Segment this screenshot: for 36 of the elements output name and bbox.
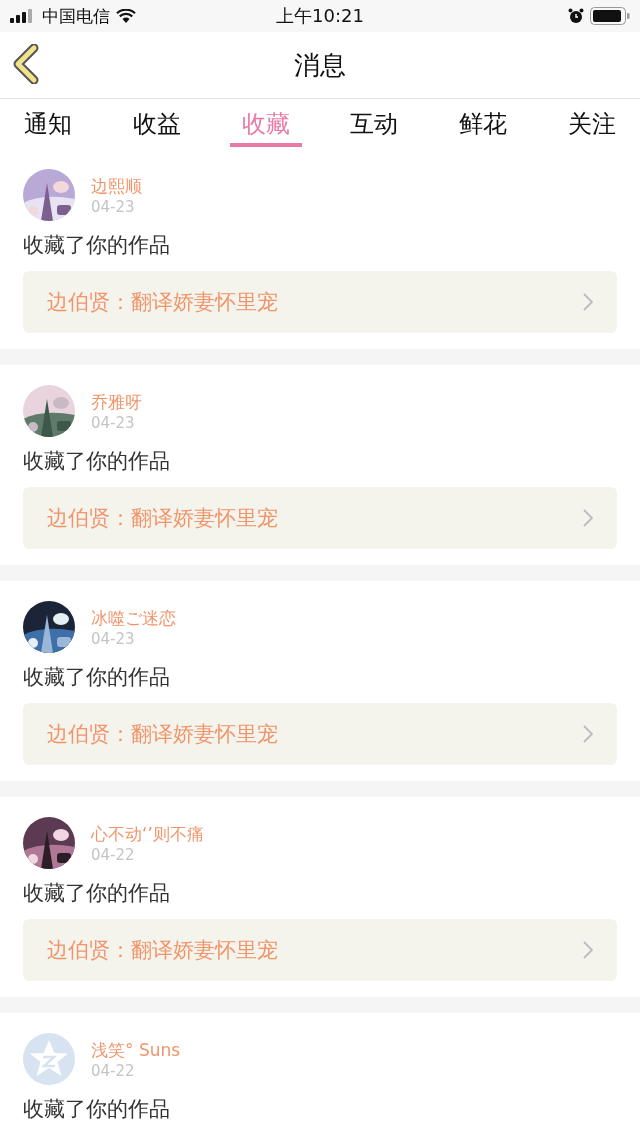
- work-link[interactable]: 边伯贤：翻译娇妻怀里宠: [23, 271, 617, 333]
- message-date: 04-22: [91, 845, 136, 864]
- page-title: 消息: [294, 48, 346, 82]
- alarm-icon: [568, 8, 584, 24]
- back-button[interactable]: [12, 44, 40, 84]
- default-avatar-icon: [23, 1033, 75, 1085]
- message-text: 收藏了你的作品: [23, 448, 171, 475]
- user-name[interactable]: 乔雅呀: [91, 390, 142, 414]
- tab[interactable]: 收益: [120, 99, 193, 147]
- user-name[interactable]: 浅笑° Suns: [91, 1038, 181, 1062]
- tab[interactable]: 关注: [556, 99, 628, 147]
- message-date: 04-23: [91, 197, 136, 216]
- user-name[interactable]: 心不动‘’则不痛: [91, 822, 204, 846]
- chevron-icon: [583, 725, 593, 743]
- wifi-icon: [116, 9, 136, 23]
- work-link[interactable]: 边伯贤：翻译娇妻怀里宠: [23, 703, 617, 765]
- user-name[interactable]: 边熙顺: [91, 174, 142, 198]
- work-link[interactable]: 边伯贤：翻译娇妻怀里宠: [23, 919, 617, 981]
- message-text: 收藏了你的作品: [23, 1096, 171, 1123]
- message-date: 04-23: [91, 413, 136, 432]
- message-text: 收藏了你的作品: [23, 880, 171, 907]
- battery-icon: [590, 7, 630, 25]
- message-text: 收藏了你的作品: [23, 232, 171, 259]
- carrier-name: 中国电信: [42, 4, 110, 28]
- tab[interactable]: 通知: [12, 99, 84, 147]
- chevron-icon: [583, 509, 593, 527]
- tab[interactable]: 互动: [338, 99, 411, 147]
- work-link[interactable]: 边伯贤：翻译娇妻怀里宠: [23, 487, 617, 549]
- status-time: 上午10:21: [276, 4, 364, 28]
- chevron-icon: [583, 941, 593, 959]
- message-date: 04-23: [91, 629, 136, 648]
- tab[interactable]: 鲜花: [447, 99, 520, 147]
- chevron-icon: [583, 293, 593, 311]
- user-name[interactable]: 冰噬ご迷恋: [91, 606, 176, 630]
- message-text: 收藏了你的作品: [23, 664, 171, 691]
- message-date: 04-22: [91, 1061, 136, 1080]
